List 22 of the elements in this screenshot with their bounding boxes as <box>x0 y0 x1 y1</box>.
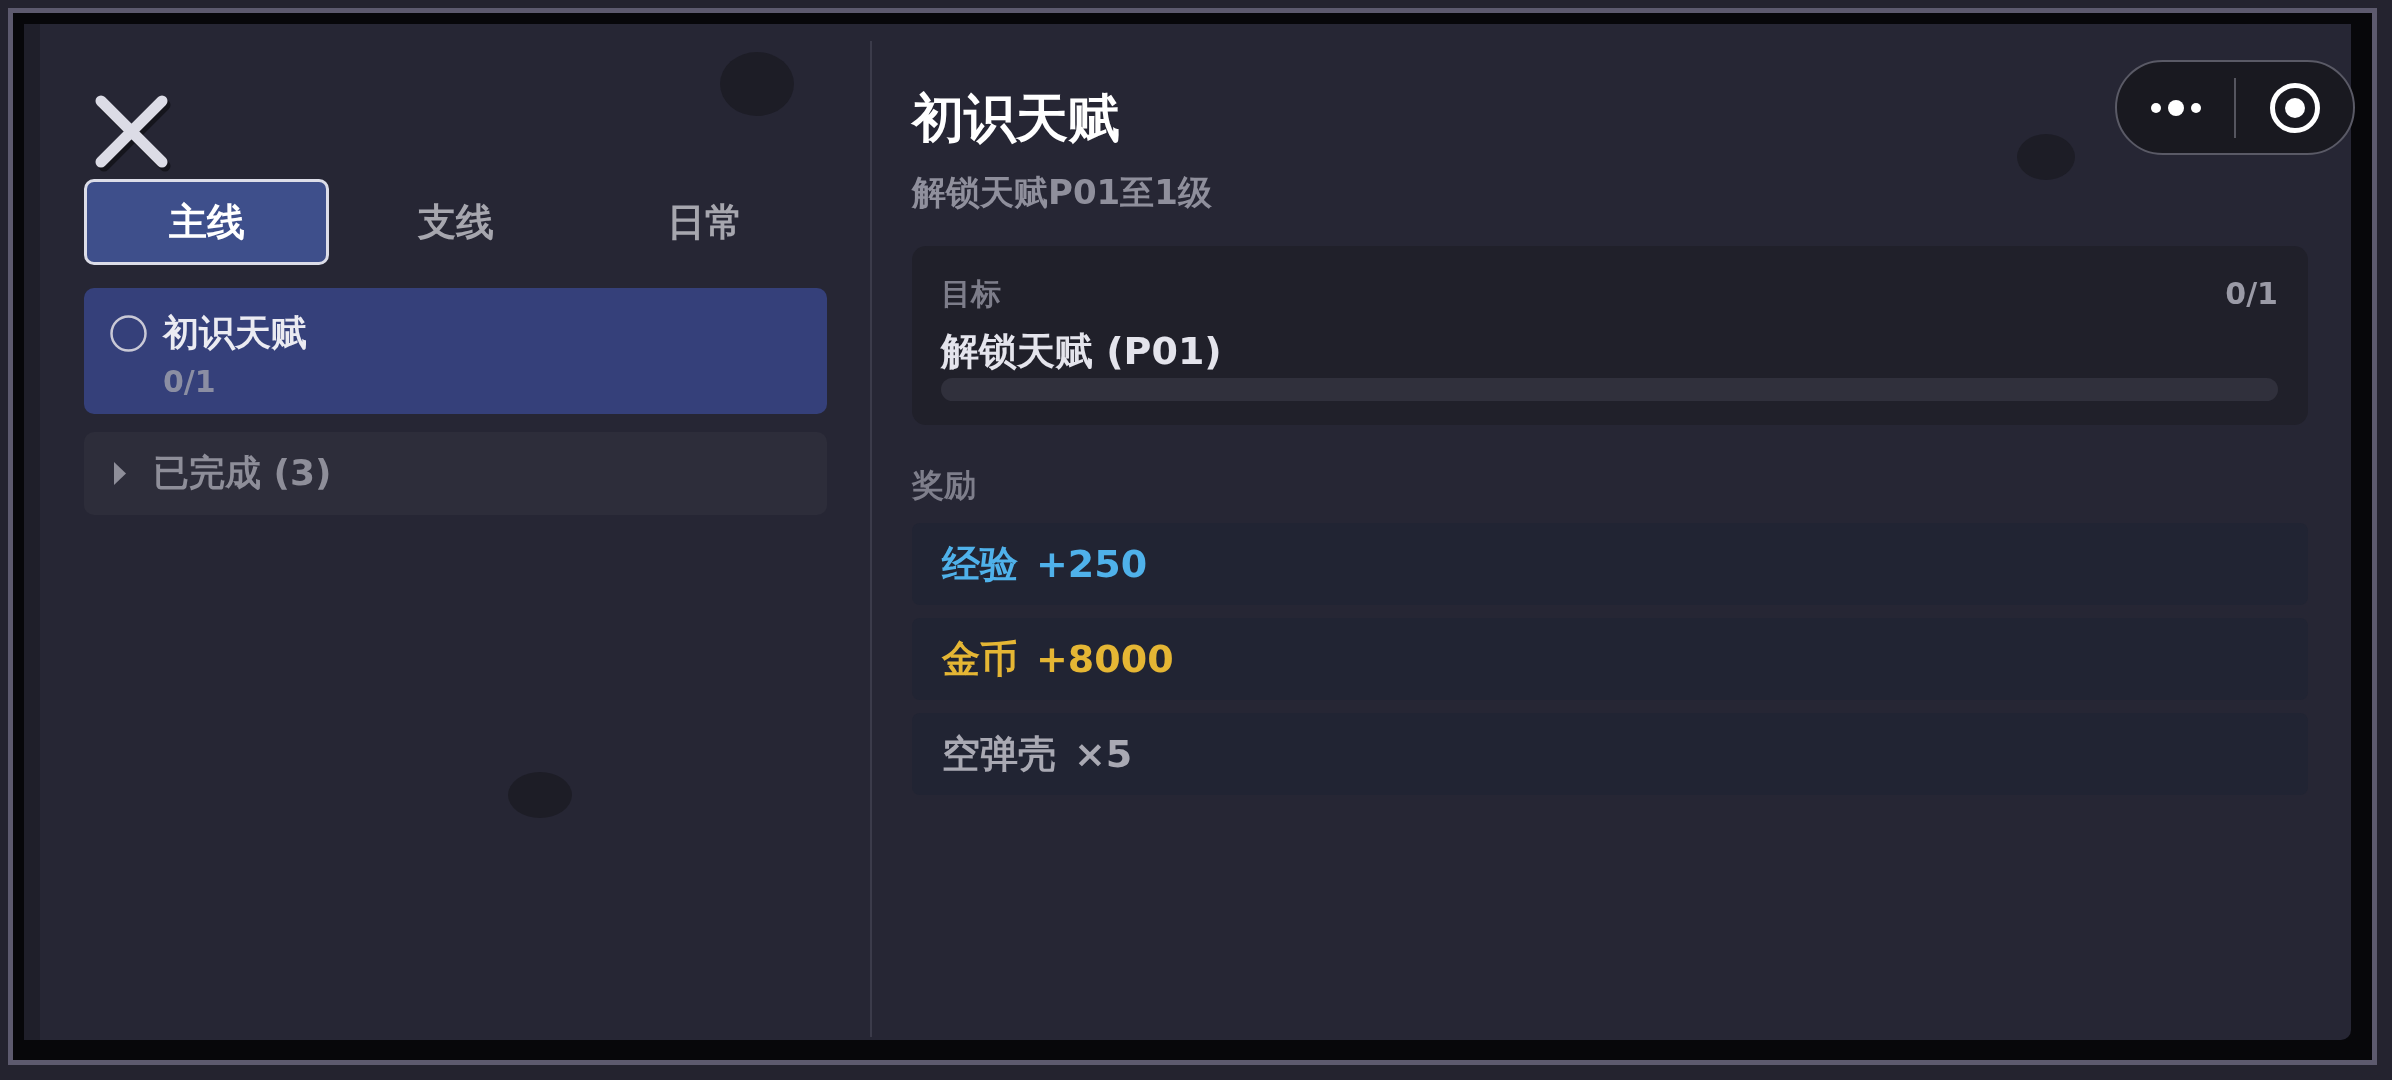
reward-amount: +250 <box>1036 541 1148 587</box>
close-icon[interactable] <box>95 95 168 168</box>
quest-item[interactable]: 初识天赋 0/1 <box>84 288 827 414</box>
reward-amount: +8000 <box>1036 636 1174 682</box>
completed-group-toggle[interactable]: 已完成 (3) <box>84 432 827 515</box>
tab[interactable]: 支线 <box>333 179 578 265</box>
tab[interactable]: 日常 <box>582 179 827 265</box>
reward-name: 经验 <box>942 541 1018 587</box>
tab[interactable]: 主线 <box>84 179 329 265</box>
goal-text: 解锁天赋 (P01) <box>941 328 1222 374</box>
reward-name: 金币 <box>942 636 1018 682</box>
more-icon[interactable] <box>2150 99 2201 116</box>
goal-label: 目标 <box>941 276 1001 312</box>
quest-progress: 0/1 <box>163 363 216 401</box>
target-icon[interactable] <box>2268 81 2321 134</box>
quest-description: 解锁天赋P01至1级 <box>912 172 1212 212</box>
reward-amount: ×5 <box>1074 731 1133 777</box>
reward-name: 空弹壳 <box>942 731 1056 777</box>
quest-detail-title: 初识天赋 <box>912 88 1120 148</box>
rewards-label: 奖励 <box>912 465 976 505</box>
goal-count: 0/1 <box>2225 276 2278 312</box>
quest-title: 初识天赋 <box>163 311 307 355</box>
